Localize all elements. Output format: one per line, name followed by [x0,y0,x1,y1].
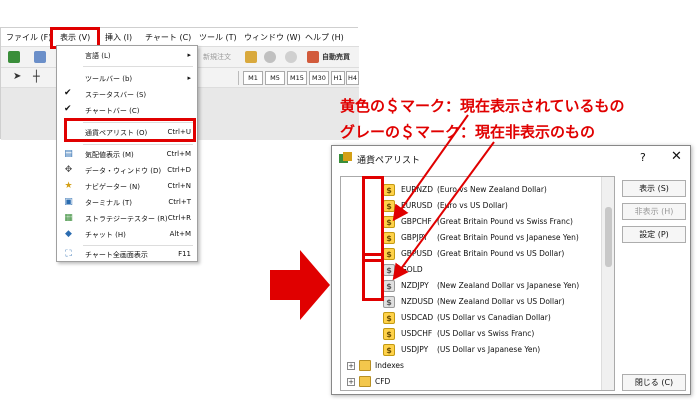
arrow-to-gray [392,141,495,281]
arrow-to-yellow [392,114,469,222]
annotation-arrows [392,114,495,281]
